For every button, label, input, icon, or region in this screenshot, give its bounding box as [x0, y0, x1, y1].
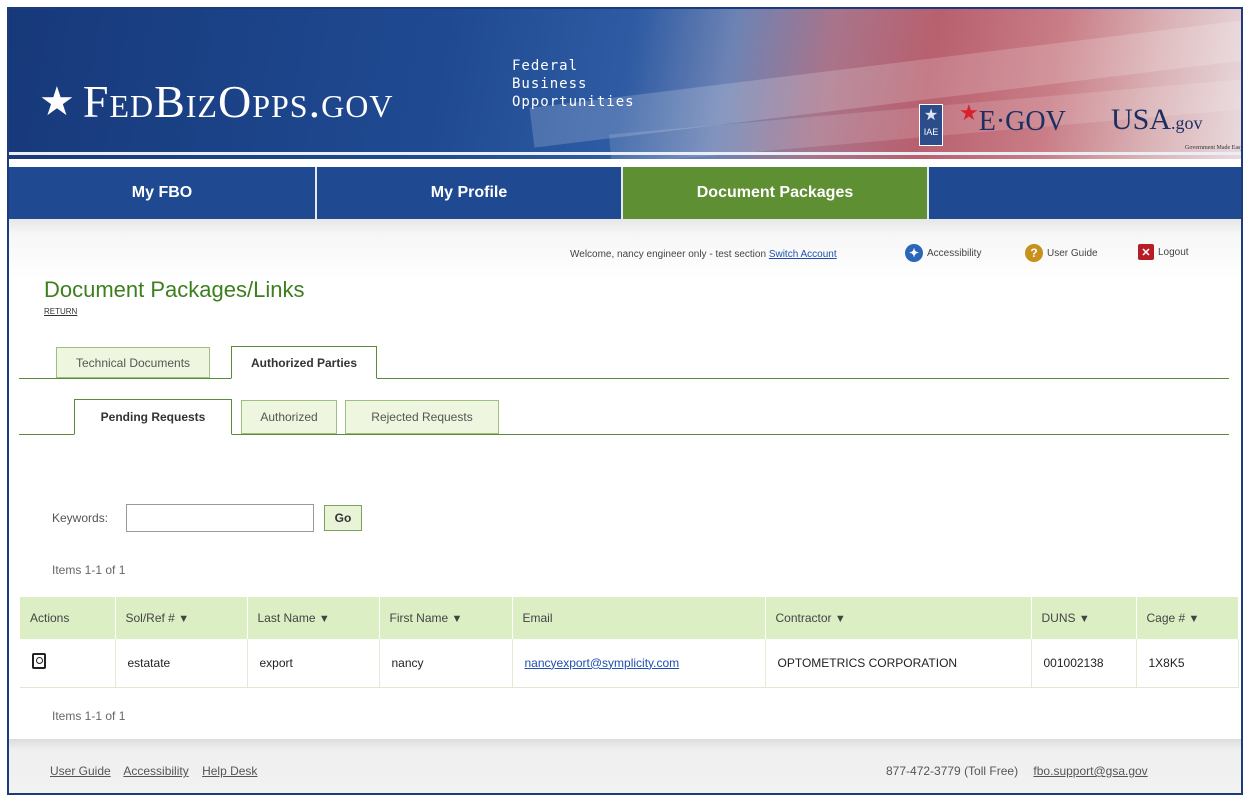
view-details-icon[interactable]: [32, 653, 46, 670]
sort-arrow-icon: ▼: [1078, 613, 1090, 625]
accessibility-label: Accessibility: [927, 247, 982, 259]
subtab-rejected-requests[interactable]: Rejected Requests: [345, 400, 499, 434]
col-sol-ref[interactable]: Sol/Ref # ▼: [115, 597, 248, 639]
banner-rule: [9, 152, 1241, 155]
sort-arrow-icon: ▼: [834, 613, 846, 625]
requests-table: Actions Sol/Ref # ▼ Last Name ▼ First Na…: [20, 597, 1239, 688]
footer-links: User Guide Accessibility Help Desk: [50, 764, 267, 778]
welcome-text: Welcome, nancy engineer only - test sect…: [570, 249, 767, 260]
accessibility-icon: ✦: [905, 244, 923, 262]
footer-email-link[interactable]: fbo.support@gsa.gov: [1033, 764, 1147, 778]
pagination-summary-bottom: Items 1-1 of 1: [52, 709, 126, 723]
tab-technical-documents[interactable]: Technical Documents: [56, 347, 210, 378]
go-button[interactable]: Go: [324, 505, 362, 531]
iae-star-icon: ★: [923, 107, 939, 124]
usagov-tagline: Government Made Easy: [1185, 145, 1241, 151]
user-guide-link[interactable]: ? User Guide: [1025, 244, 1098, 262]
sort-arrow-icon: ▼: [451, 613, 463, 625]
table-row: estatate export nancy nancyexport@sympli…: [20, 639, 1239, 688]
col-label: First Name: [389, 611, 449, 625]
logo-text: FedBizOpps.gov: [82, 76, 394, 127]
egov-star-icon: ★: [959, 100, 979, 125]
cell-email: nancyexport@symplicity.com: [512, 639, 766, 688]
accessibility-link[interactable]: ✦ Accessibility: [905, 244, 981, 262]
return-link[interactable]: RETURN: [44, 307, 77, 316]
cell-first-name: nancy: [379, 639, 513, 688]
logout-label: Logout: [1158, 246, 1189, 258]
page-title: Document Packages/Links: [44, 277, 305, 302]
iae-logo: ★ IAE: [919, 104, 943, 146]
nav-item-empty: [929, 167, 1241, 219]
col-label: Cage #: [1146, 611, 1186, 625]
logout-icon: ✕: [1138, 244, 1154, 260]
sort-arrow-icon: ▼: [1188, 613, 1200, 625]
egov-label: E·GOV: [978, 106, 1066, 137]
egov-logo: ★E·GOV: [959, 100, 1066, 138]
nav-item-my-fbo[interactable]: My FBO: [9, 167, 317, 219]
keywords-label: Keywords:: [52, 511, 109, 525]
cell-last-name: export: [247, 639, 380, 688]
browser-frame: ★ FedBizOpps.gov Federal Business Opport…: [7, 7, 1243, 795]
col-label: Actions: [30, 611, 70, 625]
site-banner: ★ FedBizOpps.gov Federal Business Opport…: [9, 9, 1241, 159]
col-actions: Actions: [20, 597, 116, 639]
nav-item-my-profile[interactable]: My Profile: [317, 167, 623, 219]
tab-authorized-parties[interactable]: Authorized Parties: [231, 346, 377, 379]
main-content: Welcome, nancy engineer only - test sect…: [9, 219, 1241, 739]
sort-arrow-icon: ▼: [318, 613, 330, 625]
site-logo[interactable]: ★ FedBizOpps.gov: [39, 79, 393, 125]
footer-link-help-desk[interactable]: Help Desk: [202, 764, 257, 778]
help-icon: ?: [1025, 244, 1043, 262]
usagov-label: USA: [1111, 103, 1172, 136]
page-footer: User Guide Accessibility Help Desk 877-4…: [9, 739, 1241, 793]
footer-contact: 877-472-3779 (Toll Free) fbo.support@gsa…: [886, 764, 1148, 778]
col-email: Email: [512, 597, 766, 639]
cell-sol-ref: estatate: [115, 639, 248, 688]
col-label: Email: [522, 611, 553, 625]
cell-actions: [20, 639, 116, 688]
cell-duns: 001002138: [1031, 639, 1137, 688]
tagline-line: Opportunities: [512, 94, 635, 110]
col-label: Contractor: [775, 611, 832, 625]
iae-label: IAE: [923, 127, 939, 137]
col-label: Last Name: [257, 611, 316, 625]
usagov-suffix: .gov: [1171, 113, 1203, 133]
col-label: Sol/Ref #: [125, 611, 175, 625]
footer-link-user-guide[interactable]: User Guide: [50, 764, 111, 778]
cell-contractor: OPTOMETRICS CORPORATION: [765, 639, 1032, 688]
col-first-name[interactable]: First Name ▼: [379, 597, 513, 639]
cell-cage: 1X8K5: [1136, 639, 1239, 688]
table-header-row: Actions Sol/Ref # ▼ Last Name ▼ First Na…: [20, 597, 1239, 639]
switch-account-link[interactable]: Switch Account: [769, 249, 837, 260]
tagline-line: Business: [512, 76, 588, 92]
logout-link[interactable]: ✕ Logout: [1138, 244, 1189, 260]
footer-phone: 877-472-3779 (Toll Free): [886, 764, 1019, 778]
col-contractor[interactable]: Contractor ▼: [765, 597, 1032, 639]
pagination-summary: Items 1-1 of 1: [52, 563, 126, 577]
tab-divider: [19, 378, 1229, 379]
welcome-message: Welcome, nancy engineer only - test sect…: [570, 249, 837, 260]
usagov-logo: USA.gov Government Made Easy: [1111, 103, 1241, 152]
main-nav: My FBO My Profile Document Packages: [9, 167, 1241, 219]
logo-star-icon: ★: [39, 79, 75, 125]
user-guide-label: User Guide: [1047, 247, 1098, 259]
site-tagline: Federal Business Opportunities: [512, 57, 635, 111]
keywords-input[interactable]: [126, 504, 314, 532]
nav-item-document-packages[interactable]: Document Packages: [623, 167, 929, 219]
email-link[interactable]: nancyexport@symplicity.com: [525, 656, 680, 670]
col-label: DUNS: [1041, 611, 1076, 625]
footer-link-accessibility[interactable]: Accessibility: [123, 764, 188, 778]
subtab-pending-requests[interactable]: Pending Requests: [74, 399, 232, 435]
subtab-authorized[interactable]: Authorized: [241, 400, 337, 434]
col-cage[interactable]: Cage # ▼: [1136, 597, 1239, 639]
sort-arrow-icon: ▼: [178, 613, 190, 625]
col-duns[interactable]: DUNS ▼: [1031, 597, 1137, 639]
tagline-line: Federal: [512, 58, 579, 74]
col-last-name[interactable]: Last Name ▼: [247, 597, 380, 639]
